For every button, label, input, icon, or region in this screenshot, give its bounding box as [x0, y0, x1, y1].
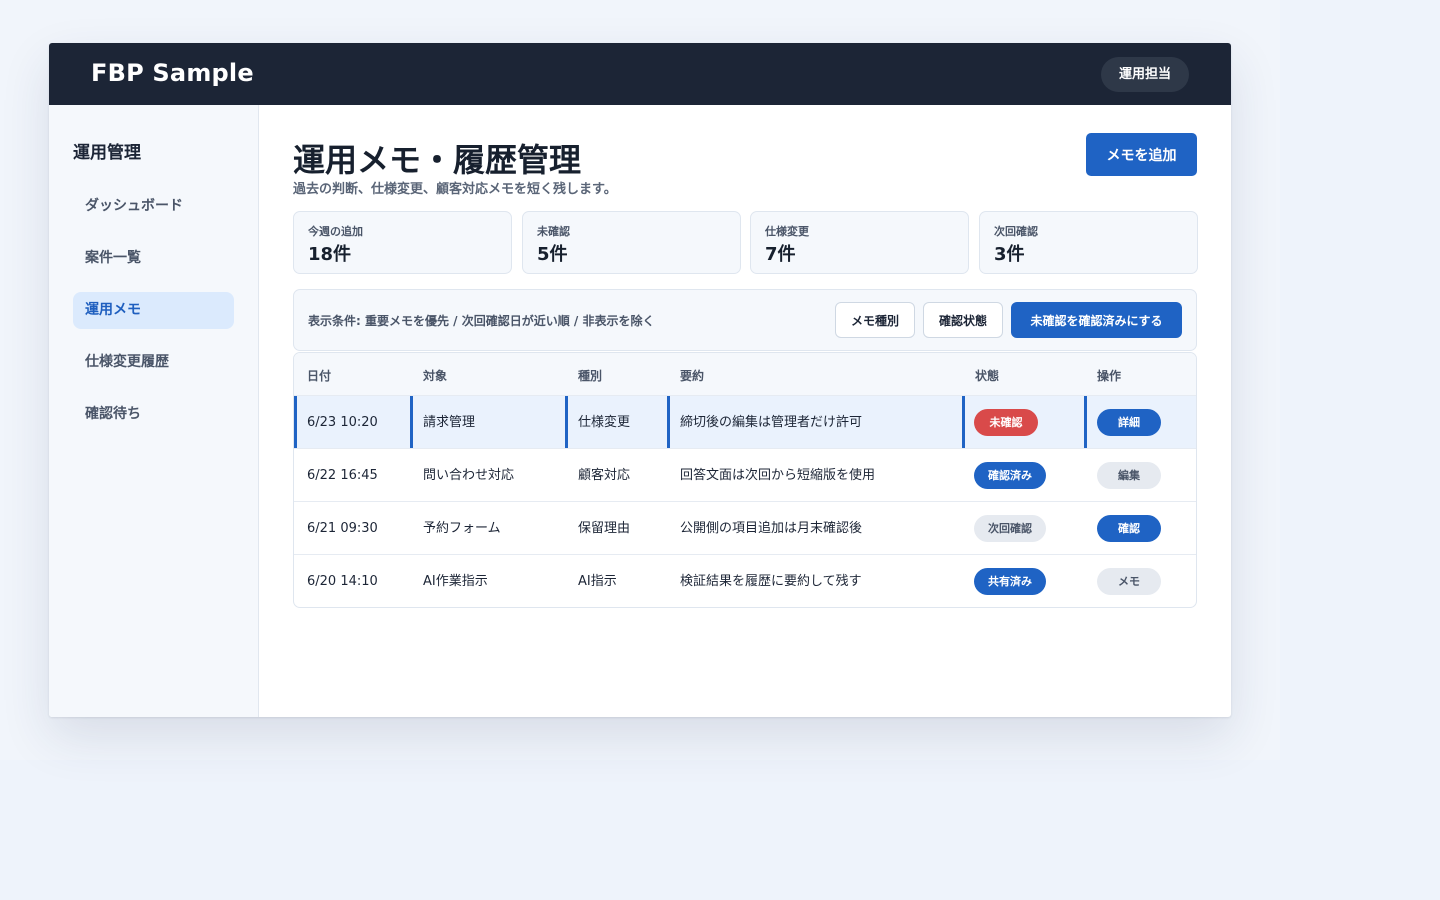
column-header-action: 操作	[1097, 369, 1122, 383]
date-cell: 6/23 10:20	[294, 396, 420, 449]
stat-value: 7件	[765, 244, 796, 265]
status-badge: 次回確認	[974, 515, 1046, 542]
sidebar-title: 運用管理	[73, 143, 141, 163]
bulk-confirm-button[interactable]: 未確認を確認済みにする	[1011, 302, 1182, 338]
target-cell: AI作業指示	[423, 574, 488, 589]
type-cell: 保留理由	[578, 521, 631, 536]
page-title: 運用メモ・履歴管理	[293, 141, 582, 179]
filter-bar: 表示条件: 重要メモを優先 / 次回確認日が近い順 / 非表示を除く メモ種別 …	[293, 289, 1197, 351]
sidebar-nav: ダッシュボード 案件一覧 運用メモ 仕様変更履歴 確認待ち	[73, 188, 234, 448]
type-cell: 顧客対応	[578, 468, 631, 483]
role-button[interactable]: 運用担当	[1100, 57, 1189, 92]
stat-card-unconfirmed: 未確認 5件	[522, 211, 741, 274]
stat-value: 18件	[308, 244, 352, 265]
stat-label: 次回確認	[994, 225, 1038, 238]
table-row[interactable]: 6/20 14:10 AI作業指示 AI指示 検証結果を履歴に要約して残す 共有…	[294, 554, 1196, 607]
sidebar-item-dashboard[interactable]: ダッシュボード	[73, 188, 234, 225]
stat-value: 3件	[994, 244, 1025, 265]
status-badge: 共有済み	[974, 568, 1046, 595]
status-badge: 未確認	[974, 409, 1038, 436]
summary-cell: 締切後の編集は管理者だけ許可	[667, 396, 972, 449]
date-cell: 6/22 16:45	[307, 468, 378, 483]
confirm-status-button[interactable]: 確認状態	[923, 302, 1003, 338]
filter-conditions: 表示条件: 重要メモを優先 / 次回確認日が近い順 / 非表示を除く	[308, 314, 655, 328]
top-bar: FBP Sample 運用担当	[49, 43, 1231, 105]
brand-logo: FBP Sample	[91, 59, 254, 87]
column-header-target: 対象	[423, 369, 448, 383]
table-header: 日付 対象 種別 要約 状態 操作	[294, 353, 1196, 395]
summary-cell: 公開側の項目追加は月末確認後	[680, 521, 863, 536]
column-header-type: 種別	[578, 369, 603, 383]
memo-table: 日付 対象 種別 要約 状態 操作 6/23 10:20 請求管理 仕様変更 締…	[293, 352, 1197, 608]
sidebar-item-ops-memo[interactable]: 運用メモ	[73, 292, 234, 329]
sidebar-item-pending[interactable]: 確認待ち	[73, 396, 234, 433]
stat-label: 今週の追加	[308, 225, 363, 238]
table-row[interactable]: 6/21 09:30 予約フォーム 保留理由 公開側の項目追加は月末確認後 次回…	[294, 501, 1196, 555]
memo-button[interactable]: メモ	[1097, 568, 1161, 595]
column-header-summary: 要約	[680, 369, 705, 383]
stat-card-next-check: 次回確認 3件	[979, 211, 1198, 274]
table-row[interactable]: 6/23 10:20 請求管理 仕様変更 締切後の編集は管理者だけ許可 未確認 …	[294, 395, 1196, 449]
column-header-status: 状態	[975, 369, 1000, 383]
stat-label: 未確認	[537, 225, 570, 238]
stat-label: 仕様変更	[765, 225, 809, 238]
table-row[interactable]: 6/22 16:45 問い合わせ対応 顧客対応 回答文面は次回から短縮版を使用 …	[294, 448, 1196, 502]
summary-cell: 回答文面は次回から短縮版を使用	[680, 468, 876, 483]
column-header-date: 日付	[307, 369, 332, 383]
type-cell: 仕様変更	[565, 396, 677, 449]
target-cell: 問い合わせ対応	[423, 468, 515, 483]
main-content: 運用メモ・履歴管理 過去の判断、仕様変更、顧客対応メモを短く残します。 メモを追…	[293, 105, 1198, 717]
status-badge: 確認済み	[974, 462, 1046, 489]
memo-type-button[interactable]: メモ種別	[835, 302, 915, 338]
edit-button[interactable]: 編集	[1097, 462, 1161, 489]
sidebar: 運用管理 ダッシュボード 案件一覧 運用メモ 仕様変更履歴 確認待ち	[49, 105, 259, 717]
stats-row: 今週の追加 18件 未確認 5件 仕様変更 7件 次回確認 3件	[293, 211, 1198, 274]
date-cell: 6/21 09:30	[307, 521, 378, 536]
summary-cell: 検証結果を履歴に要約して残す	[680, 574, 862, 589]
date-cell: 6/20 14:10	[307, 574, 378, 589]
app-window: FBP Sample 運用担当 運用管理 ダッシュボード 案件一覧 運用メモ 仕…	[49, 43, 1231, 717]
sidebar-item-spec-history[interactable]: 仕様変更履歴	[73, 344, 234, 381]
page-subtitle: 過去の判断、仕様変更、顧客対応メモを短く残します。	[293, 182, 617, 197]
confirm-button[interactable]: 確認	[1097, 515, 1161, 542]
stat-value: 5件	[537, 244, 568, 265]
detail-button[interactable]: 詳細	[1097, 409, 1161, 436]
sidebar-item-projects[interactable]: 案件一覧	[73, 240, 234, 277]
type-cell: AI指示	[578, 574, 617, 589]
stat-card-weekly: 今週の追加 18件	[293, 211, 512, 274]
add-memo-button[interactable]: メモを追加	[1086, 133, 1197, 176]
target-cell: 予約フォーム	[423, 521, 501, 536]
target-cell: 請求管理	[410, 396, 575, 449]
stat-card-spec-change: 仕様変更 7件	[750, 211, 969, 274]
